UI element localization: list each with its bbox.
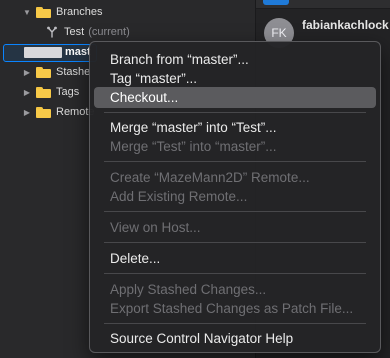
current-branch-badge: (current) — [88, 26, 130, 38]
branch-context-menu: Branch from “master”... Tag “master”... … — [89, 41, 381, 353]
avatar-initials: FK — [271, 26, 287, 40]
test-branch-label: Test — [64, 26, 85, 38]
menu-item-create-remote: Create “MazeMann2D” Remote... — [110, 170, 310, 185]
menu-item-view-on-host: View on Host... — [110, 220, 201, 235]
inspector-toolbar — [256, 0, 390, 9]
menu-separator — [104, 161, 366, 162]
branch-icon — [47, 26, 57, 38]
menu-item-merge-into[interactable]: Merge “master” into “Test”... — [94, 117, 376, 138]
tree-row-tags[interactable]: ▶ Tags — [22, 83, 79, 101]
menu-item-branch-from[interactable]: Branch from “master”... — [94, 49, 376, 70]
menu-separator — [104, 242, 366, 243]
menu-item-export-stashed: Export Stashed Changes as Patch File... — [110, 301, 354, 316]
master-branch-label: mast — [65, 46, 91, 58]
chevron-right-icon[interactable]: ▶ — [22, 67, 32, 77]
menu-separator — [104, 211, 366, 212]
chevron-right-icon[interactable]: ▶ — [22, 107, 32, 117]
menu-item-checkout[interactable]: Checkout... — [94, 87, 376, 108]
menu-separator — [104, 323, 366, 324]
folder-icon — [36, 66, 51, 78]
chevron-down-icon[interactable]: ▼ — [22, 7, 32, 17]
menu-item-delete[interactable]: Delete... — [94, 248, 376, 269]
tree-row-branches[interactable]: ▼ Branches — [22, 3, 102, 21]
stashed-folder-label: Stashe — [56, 66, 91, 78]
folder-icon — [36, 6, 51, 18]
tree-row-stashed[interactable]: ▶ Stashe — [22, 63, 90, 81]
tree-row-remotes[interactable]: ▶ Remote — [22, 103, 95, 121]
menu-item-tag[interactable]: Tag “master”... — [94, 68, 376, 89]
folder-icon — [36, 106, 51, 118]
selected-tab-indicator[interactable] — [263, 0, 289, 5]
folder-icon — [36, 86, 51, 98]
menu-separator — [104, 112, 366, 113]
author-name: fabiankachlock — [302, 18, 389, 32]
tree-row-test-branch[interactable]: Test (current) — [46, 23, 130, 41]
menu-item-apply-stashed: Apply Stashed Changes... — [110, 282, 267, 297]
menu-separator — [104, 273, 366, 274]
menu-item-help[interactable]: Source Control Navigator Help — [94, 328, 376, 349]
menu-item-merge-from: Merge “Test” into “master”... — [110, 139, 277, 154]
tags-folder-label: Tags — [56, 86, 80, 98]
menu-item-add-remote: Add Existing Remote... — [110, 189, 248, 204]
rename-field[interactable] — [24, 47, 62, 58]
xcode-source-control-window: ▼ Branches Test (current) mast ▶ Stashe … — [0, 0, 390, 358]
branches-folder-label: Branches — [56, 6, 103, 18]
chevron-right-icon[interactable]: ▶ — [22, 87, 32, 97]
